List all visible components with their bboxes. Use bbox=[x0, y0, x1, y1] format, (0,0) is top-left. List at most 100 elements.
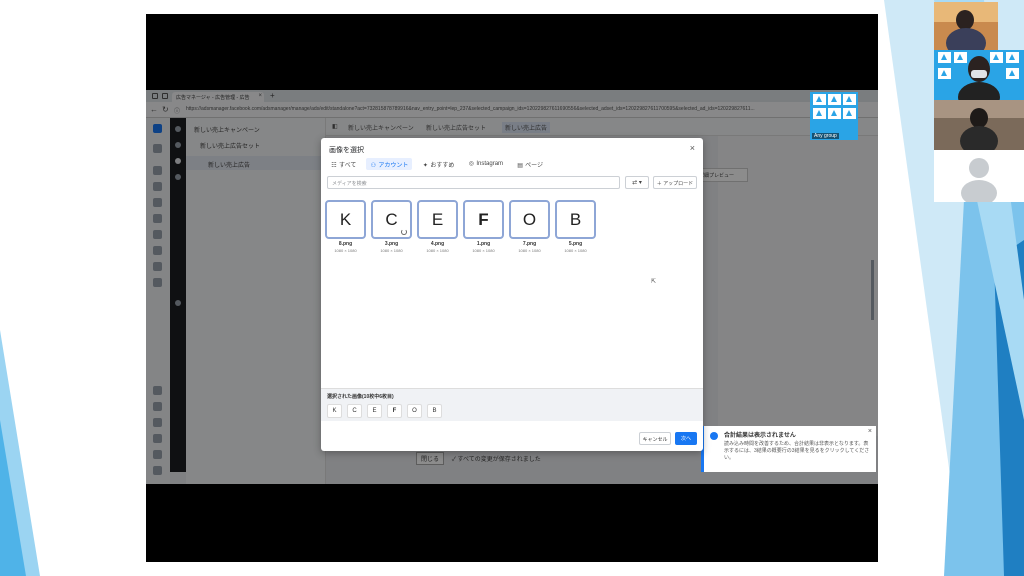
brand-logo-icon bbox=[990, 52, 1003, 63]
participant-head bbox=[968, 56, 990, 82]
image-filename: 5.png bbox=[568, 241, 583, 247]
brand-logo-icon bbox=[813, 108, 826, 119]
selected-chip[interactable]: E bbox=[367, 404, 382, 418]
participant-body bbox=[960, 126, 998, 150]
tab-label: Instagram bbox=[476, 161, 504, 167]
instagram-icon: ◎ bbox=[468, 161, 474, 167]
notification-body: 読み込み時間を改善するため、合計結果は非表示となります。表示するには、3結果の概… bbox=[724, 441, 870, 461]
tab-page[interactable]: ▤ ページ bbox=[513, 158, 547, 170]
thumbnail-letter: K bbox=[339, 210, 352, 229]
notification-toast: 合計結果は表示されません 読み込み時間を改善するため、合計結果は非表示となります… bbox=[701, 426, 876, 472]
select-image-dialog: 画像を選択 × ☷ すべて ⚇ アカウント ✦ おすすめ ◎ Instagram ▤ ペー… bbox=[321, 138, 703, 451]
selected-chip[interactable]: F bbox=[387, 404, 402, 418]
image-thumbnail: F bbox=[463, 200, 504, 239]
tab-label: ページ bbox=[525, 163, 543, 169]
tab-instagram[interactable]: ◎ Instagram bbox=[464, 158, 507, 170]
image-dimensions: 1080 × 1080 bbox=[380, 248, 403, 253]
brand-logo-icon bbox=[828, 94, 841, 105]
selected-images-area: 選択された画像(10枚中6枚目) K C E F O B bbox=[321, 388, 703, 421]
cancel-button[interactable]: キャンセル bbox=[639, 432, 671, 445]
list-icon: ☷ bbox=[331, 163, 337, 169]
participant-name: Any group bbox=[812, 133, 839, 139]
image-grid: K 8.png 1080 × 1080 C 3.png 1080 × 1080 … bbox=[325, 200, 596, 253]
participant-tile[interactable]: Any group bbox=[810, 92, 858, 140]
brand-logo-icon bbox=[938, 68, 951, 79]
brand-logo-icon bbox=[843, 94, 856, 105]
image-dimensions: 1080 × 1080 bbox=[426, 248, 449, 253]
image-dimensions: 1080 × 1080 bbox=[472, 248, 495, 253]
avatar-placeholder-icon bbox=[969, 158, 989, 178]
tab-label: すべて bbox=[339, 163, 357, 169]
image-filename: 3.png bbox=[384, 241, 399, 247]
participant-head bbox=[970, 108, 988, 128]
person-icon: ⚇ bbox=[370, 163, 377, 169]
participant-tile[interactable] bbox=[934, 50, 1024, 100]
selected-chip[interactable]: O bbox=[407, 404, 422, 418]
image-card[interactable]: O 7.png 1080 × 1080 bbox=[509, 200, 550, 253]
tab-all[interactable]: ☷ すべて bbox=[327, 158, 360, 170]
image-filename: 8.png bbox=[338, 241, 353, 247]
image-thumbnail: K bbox=[325, 200, 366, 239]
participant-head bbox=[956, 10, 974, 30]
mouse-cursor-icon: ⇱ bbox=[651, 279, 657, 285]
image-card[interactable]: C 3.png 1080 × 1080 bbox=[371, 200, 412, 253]
participant-tile[interactable] bbox=[934, 150, 1024, 202]
image-card[interactable]: K 8.png 1080 × 1080 bbox=[325, 200, 366, 253]
thumbnail-letter: B bbox=[569, 210, 582, 229]
image-card[interactable]: B 5.png 1080 × 1080 bbox=[555, 200, 596, 253]
image-filename: 1.png bbox=[476, 241, 491, 247]
participant-tile[interactable] bbox=[934, 2, 998, 50]
thumbnail-letter: E bbox=[431, 210, 444, 229]
thumbnail-letter: C bbox=[385, 210, 398, 229]
face-mask bbox=[971, 70, 987, 78]
close-icon[interactable]: × bbox=[868, 428, 872, 435]
brand-logo-icon bbox=[954, 52, 967, 63]
thumbnail-letter: F bbox=[478, 210, 489, 229]
participant-body bbox=[958, 82, 1000, 100]
brand-logo-icon bbox=[828, 108, 841, 119]
tab-label: おすすめ bbox=[430, 163, 455, 169]
image-card[interactable]: F 1.png 1080 × 1080 bbox=[463, 200, 504, 253]
sparkle-icon: ✦ bbox=[422, 163, 428, 169]
shared-screen: 広告マネージャ - 広告管理 - 広告 × + ← ↻ ⓘ https://ad… bbox=[146, 90, 878, 484]
image-dimensions: 1080 × 1080 bbox=[334, 248, 357, 253]
dialog-title: 画像を選択 bbox=[329, 147, 364, 154]
image-filename: 7.png bbox=[522, 241, 537, 247]
close-icon[interactable]: × bbox=[690, 143, 695, 153]
media-search-input[interactable]: メディアを検索 bbox=[327, 176, 620, 189]
upload-button[interactable]: ＋ アップロード bbox=[653, 176, 697, 189]
selected-count-label: 選択された画像(10枚中6枚目) bbox=[327, 394, 394, 400]
avatar-placeholder-body bbox=[961, 180, 997, 202]
image-thumbnail: C bbox=[371, 200, 412, 239]
tab-label: アカウント bbox=[378, 163, 409, 169]
brand-logo-icon bbox=[1006, 68, 1019, 79]
selected-chip[interactable]: C bbox=[347, 404, 362, 418]
image-dimensions: 1080 × 1080 bbox=[518, 248, 541, 253]
selected-chip[interactable]: K bbox=[327, 404, 342, 418]
brand-logo-icon bbox=[843, 108, 856, 119]
selected-chip[interactable]: B bbox=[427, 404, 442, 418]
selected-chips: K C E F O B bbox=[327, 404, 442, 418]
filter-dropdown[interactable]: ⇄ ▾ bbox=[625, 176, 649, 189]
tab-account[interactable]: ⚇ アカウント bbox=[366, 158, 413, 170]
dialog-tabs: ☷ すべて ⚇ アカウント ✦ おすすめ ◎ Instagram ▤ ページ bbox=[327, 158, 547, 170]
image-filename: 4.png bbox=[430, 241, 445, 247]
brand-logo-icon bbox=[938, 52, 951, 63]
brand-logo-icon bbox=[1006, 52, 1019, 63]
next-button[interactable]: 次へ bbox=[675, 432, 697, 445]
image-thumbnail: E bbox=[417, 200, 458, 239]
image-thumbnail: O bbox=[509, 200, 550, 239]
image-thumbnail: B bbox=[555, 200, 596, 239]
page-icon: ▤ bbox=[517, 163, 523, 169]
thumbnail-letter: O bbox=[522, 210, 537, 229]
notification-title: 合計結果は表示されません bbox=[724, 433, 796, 439]
tab-recommended[interactable]: ✦ おすすめ bbox=[418, 158, 458, 170]
participant-tile[interactable] bbox=[934, 100, 1024, 150]
image-card[interactable]: E 4.png 1080 × 1080 bbox=[417, 200, 458, 253]
info-icon bbox=[710, 432, 718, 440]
loading-spinner-icon bbox=[401, 229, 407, 235]
slide-decoration-left bbox=[0, 330, 40, 576]
participant-body bbox=[946, 28, 986, 50]
brand-logo-icon bbox=[813, 94, 826, 105]
image-dimensions: 1080 × 1080 bbox=[564, 248, 587, 253]
